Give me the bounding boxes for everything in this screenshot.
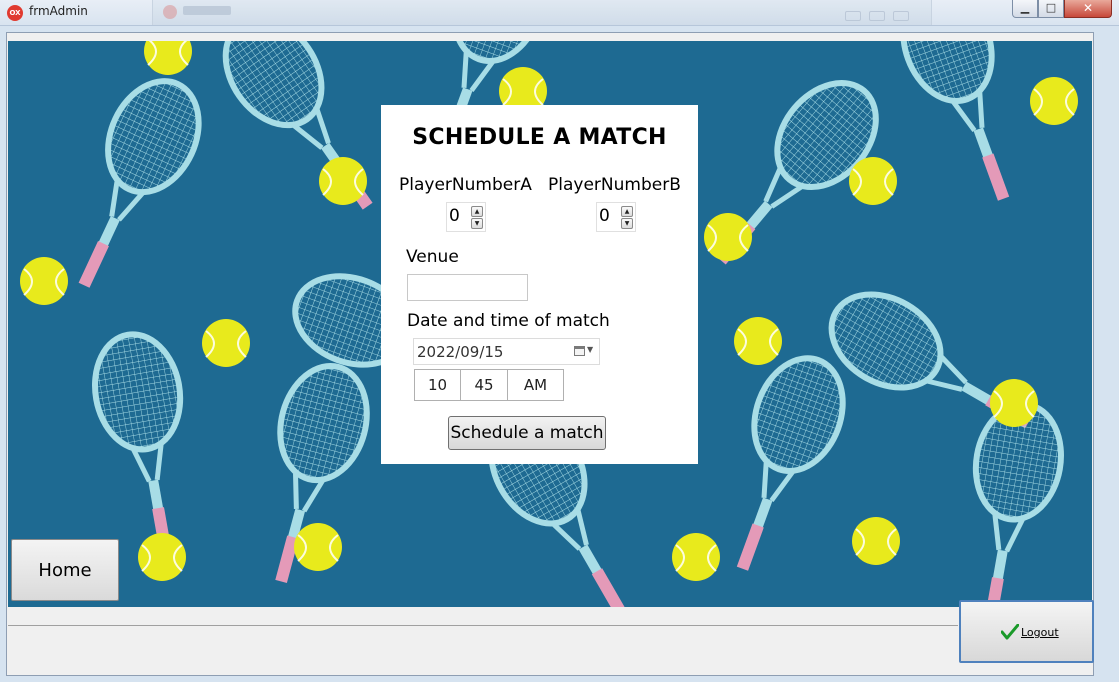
window-title: frmAdmin <box>29 4 88 18</box>
date-time-label: Date and time of match <box>407 311 610 331</box>
player-b-label: PlayerNumberB <box>548 175 681 195</box>
status-separator <box>8 625 958 626</box>
chevron-down-icon[interactable]: ▼ <box>587 345 593 354</box>
player-b-spinner[interactable]: 0 ▲ ▼ <box>596 202 636 232</box>
player-b-value[interactable]: 0 <box>599 206 610 226</box>
player-a-value[interactable]: 0 <box>449 206 460 226</box>
page-title: SCHEDULE A MATCH <box>412 125 667 150</box>
app-icon: OX <box>7 5 23 21</box>
ampm-field[interactable]: AM <box>507 369 564 401</box>
date-picker[interactable]: 2022/09/15 ▼ <box>413 338 600 365</box>
date-value[interactable]: 2022/09/15 <box>417 343 503 361</box>
player-a-spinner[interactable]: 0 ▲ ▼ <box>446 202 486 232</box>
arrow-down-icon[interactable]: ▼ <box>621 218 633 229</box>
ghost-app-icon <box>163 5 177 19</box>
venue-input[interactable] <box>407 274 528 301</box>
logout-button[interactable]: Logout <box>959 600 1094 663</box>
calendar-icon[interactable] <box>574 346 585 356</box>
home-button[interactable]: Home <box>11 539 119 601</box>
close-button[interactable]: ✕ <box>1064 0 1112 18</box>
schedule-match-button[interactable]: Schedule a match <box>448 416 606 450</box>
title-bar: OX frmAdmin ▁ □ ✕ <box>0 0 1119 26</box>
arrow-down-icon[interactable]: ▼ <box>471 218 483 229</box>
background-window-ghost <box>152 0 932 25</box>
hour-field[interactable]: 10 <box>414 369 461 401</box>
check-icon <box>1001 624 1019 640</box>
player-a-label: PlayerNumberA <box>399 175 532 195</box>
maximize-button[interactable]: □ <box>1038 0 1064 18</box>
schedule-match-panel: SCHEDULE A MATCH PlayerNumberA PlayerNum… <box>381 105 698 464</box>
ghost-title <box>183 6 231 15</box>
ghost-window-buttons <box>837 6 917 21</box>
minimize-button[interactable]: ▁ <box>1012 0 1038 18</box>
minute-field[interactable]: 45 <box>460 369 508 401</box>
arrow-up-icon[interactable]: ▲ <box>471 206 483 217</box>
arrow-up-icon[interactable]: ▲ <box>621 206 633 217</box>
venue-label: Venue <box>406 247 459 267</box>
logout-label: Logout <box>1021 626 1059 639</box>
